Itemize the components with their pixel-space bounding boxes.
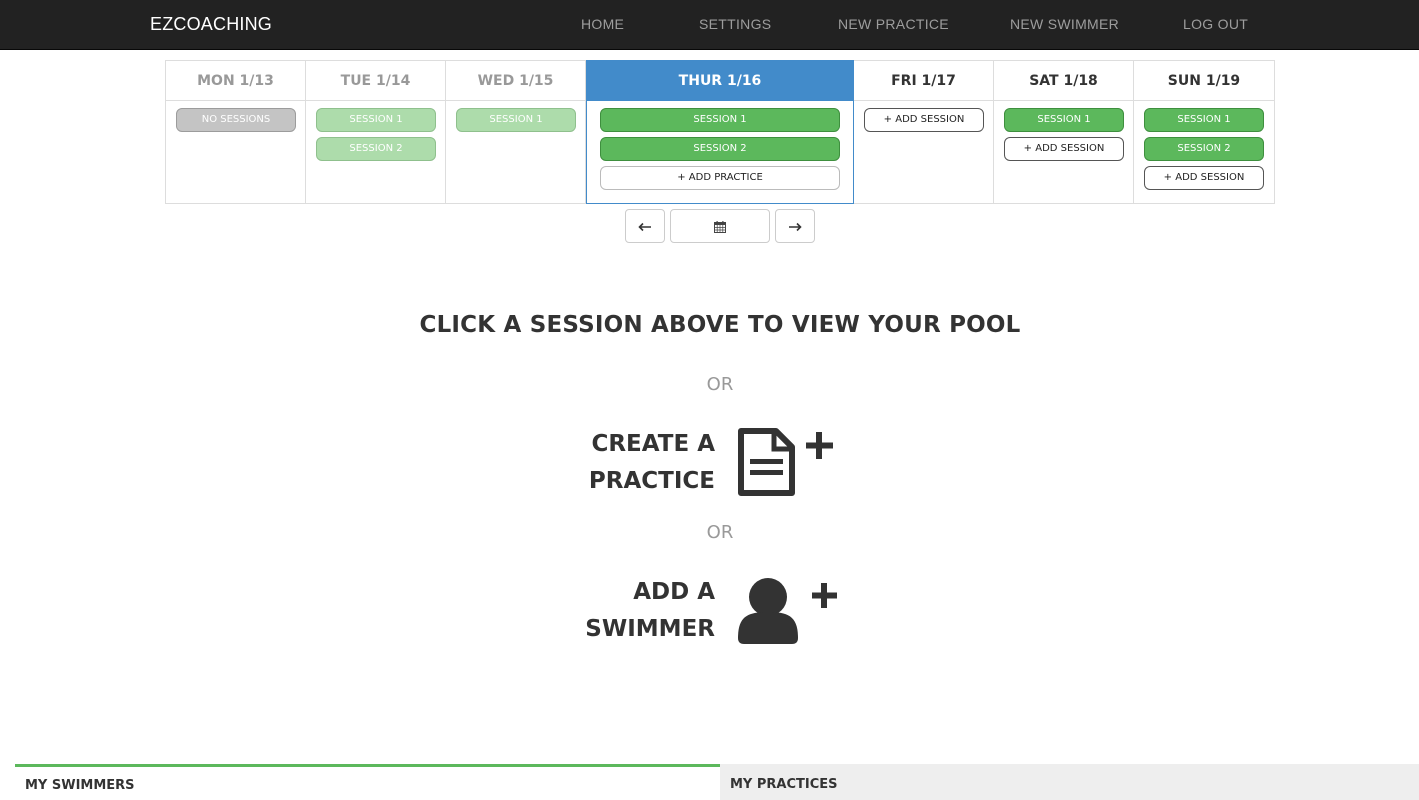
nav-logout-link[interactable]: LOG OUT [1183, 16, 1248, 32]
nav-new-practice-link[interactable]: NEW PRACTICE [838, 16, 949, 32]
next-week-button[interactable] [775, 209, 815, 243]
add-practice-button[interactable]: + ADD PRACTICE [600, 166, 840, 190]
day-column-tue: TUE 1/14 SESSION 1 SESSION 2 [306, 61, 446, 203]
brand-logo[interactable]: EZCOACHING [150, 14, 272, 35]
day-header[interactable]: TUE 1/14 [306, 61, 445, 101]
calendar-picker-button[interactable] [670, 209, 770, 243]
session-button[interactable]: SESSION 1 [1144, 108, 1264, 132]
session-button[interactable]: SESSION 1 [316, 108, 436, 132]
create-practice-link[interactable]: CREATE A PRACTICE [560, 426, 715, 500]
day-column-sun: SUN 1/19 SESSION 1 SESSION 2 + ADD SESSI… [1134, 61, 1274, 203]
session-button[interactable]: SESSION 2 [1144, 137, 1264, 161]
add-session-button[interactable]: + ADD SESSION [1144, 166, 1264, 190]
nav-new-swimmer-link[interactable]: NEW SWIMMER [1010, 16, 1119, 32]
add-swimmer-link[interactable]: ADD A SWIMMER [560, 574, 715, 648]
day-column-wed: WED 1/15 SESSION 1 [446, 61, 586, 203]
day-column-fri: FRI 1/17 + ADD SESSION [854, 61, 994, 203]
document-plus-icon[interactable] [736, 428, 836, 498]
tab-my-swimmers[interactable]: MY SWIMMERS [15, 764, 720, 800]
day-column-thur: THUR 1/16 SESSION 1 SESSION 2 + ADD PRAC… [586, 60, 854, 204]
add-session-button[interactable]: + ADD SESSION [864, 108, 984, 132]
no-sessions-badge: NO SESSIONS [176, 108, 296, 132]
session-button[interactable]: SESSION 2 [316, 137, 436, 161]
day-header[interactable]: SUN 1/19 [1134, 61, 1274, 101]
calendar-icon [714, 220, 726, 233]
user-plus-icon[interactable] [736, 576, 846, 646]
nav-settings-link[interactable]: SETTINGS [699, 16, 771, 32]
week-calendar: MON 1/13 NO SESSIONS TUE 1/14 SESSION 1 … [165, 60, 1275, 204]
day-header-today[interactable]: THUR 1/16 [587, 61, 853, 101]
session-button[interactable]: SESSION 2 [600, 137, 840, 161]
previous-week-button[interactable] [625, 209, 665, 243]
nav-home-link[interactable]: HOME [581, 16, 624, 32]
or-divider: OR [706, 374, 734, 395]
tab-my-practices[interactable]: MY PRACTICES [720, 764, 1419, 800]
or-divider: OR [706, 522, 734, 543]
top-navbar: EZCOACHING HOME SETTINGS NEW PRACTICE NE… [0, 0, 1419, 50]
session-button[interactable]: SESSION 1 [600, 108, 840, 132]
day-header[interactable]: FRI 1/17 [854, 61, 993, 101]
create-practice-line1: CREATE A [591, 431, 715, 457]
day-header[interactable]: MON 1/13 [166, 61, 305, 101]
session-button[interactable]: SESSION 1 [1004, 108, 1124, 132]
add-swimmer-line2: SWIMMER [585, 616, 715, 642]
day-header[interactable]: SAT 1/18 [994, 61, 1133, 101]
session-button[interactable]: SESSION 1 [456, 108, 576, 132]
create-practice-line2: PRACTICE [588, 468, 715, 494]
arrow-right-icon [789, 222, 802, 231]
arrow-left-icon [638, 222, 651, 231]
day-column-mon: MON 1/13 NO SESSIONS [166, 61, 306, 203]
day-column-sat: SAT 1/18 SESSION 1 + ADD SESSION [994, 61, 1134, 203]
day-header[interactable]: WED 1/15 [446, 61, 585, 101]
add-swimmer-line1: ADD A [633, 579, 715, 605]
page-headline: CLICK A SESSION ABOVE TO VIEW YOUR POOL [419, 312, 1021, 338]
add-session-button[interactable]: + ADD SESSION [1004, 137, 1124, 161]
